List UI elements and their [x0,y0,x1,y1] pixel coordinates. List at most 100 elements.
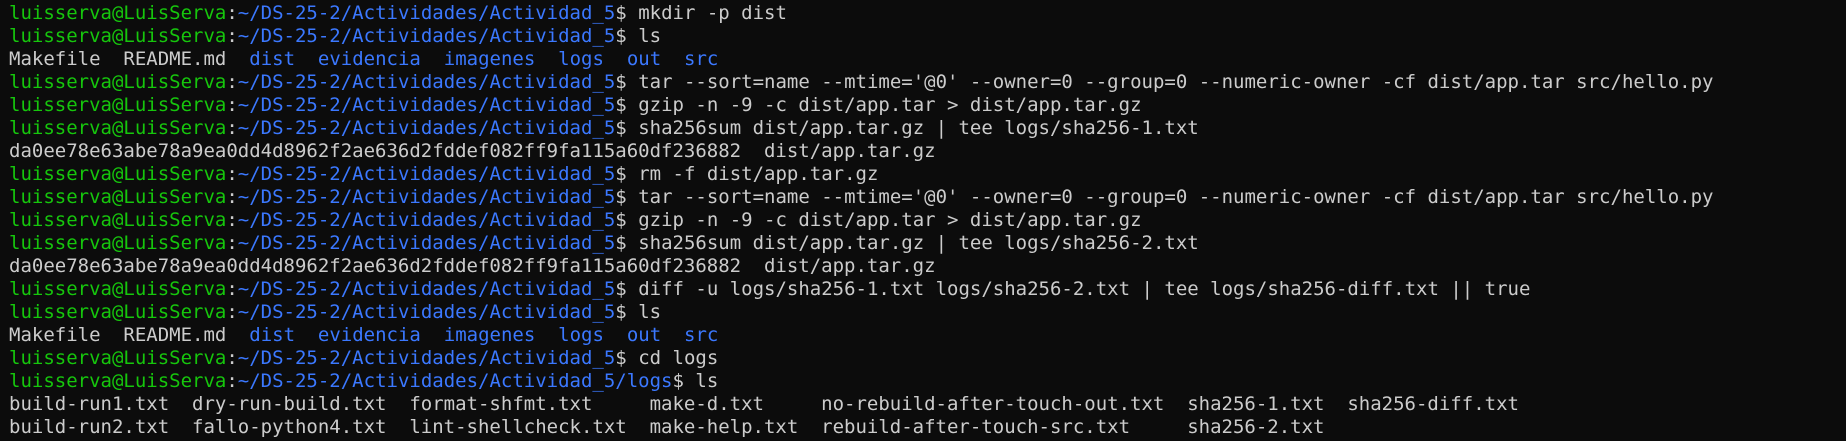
prompt-symbol: $ [615,347,639,369]
prompt-user: luisserva@LuisServa [9,209,227,231]
listing-gap [604,324,627,346]
directory-entry: evidencia [317,48,421,70]
listing-gap [101,48,124,70]
prompt-separator: : [226,71,238,93]
command-text: mkdir -p dist [638,2,787,24]
prompt-line: luisserva@LuisServa:~/DS-25-2/Actividade… [9,209,1846,232]
prompt-separator: : [226,232,238,254]
prompt-separator: : [226,94,238,116]
listing-gap [421,48,444,70]
prompt-path: ~/DS-25-2/Actividades/Actividad_5 [237,347,616,369]
prompt-line: luisserva@LuisServa:~/DS-25-2/Actividade… [9,347,1846,370]
prompt-user: luisserva@LuisServa [9,301,227,323]
prompt-symbol: $ [615,232,639,254]
listing-gap [535,324,558,346]
file-entry: README.md [123,324,227,346]
prompt-user: luisserva@LuisServa [9,278,227,300]
prompt-separator: : [226,186,238,208]
prompt-separator: : [226,163,238,185]
prompt-user: luisserva@LuisServa [9,347,227,369]
listing-gap [661,48,684,70]
prompt-line: luisserva@LuisServa:~/DS-25-2/Actividade… [9,2,1846,25]
prompt-path: ~/DS-25-2/Actividades/Actividad_5 [237,94,616,116]
prompt-symbol: $ [615,163,639,185]
directory-entry: src [684,324,719,346]
output-text: build-run1.txt dry-run-build.txt format-… [9,393,1519,415]
prompt-symbol: $ [615,186,639,208]
output-text: build-run2.txt fallo-python4.txt lint-sh… [9,416,1325,438]
prompt-user: luisserva@LuisServa [9,2,227,24]
file-entry: Makefile [9,324,101,346]
directory-entry: imagenes [443,324,536,346]
prompt-path: ~/DS-25-2/Actividades/Actividad_5 [237,163,616,185]
output-line: da0ee78e63abe78a9ea0dd4d8962f2ae636d2fdd… [9,255,1846,278]
prompt-separator: : [226,278,238,300]
terminal-window[interactable]: luisserva@LuisServa:~/DS-25-2/Actividade… [0,0,1846,441]
listing-gap [295,324,318,346]
prompt-line: luisserva@LuisServa:~/DS-25-2/Actividade… [9,278,1846,301]
prompt-separator: : [226,209,238,231]
directory-entry: evidencia [317,324,421,346]
prompt-user: luisserva@LuisServa [9,25,227,47]
prompt-line: luisserva@LuisServa:~/DS-25-2/Actividade… [9,301,1846,324]
prompt-user: luisserva@LuisServa [9,186,227,208]
command-text: gzip -n -9 -c dist/app.tar > dist/app.ta… [638,94,1142,116]
prompt-symbol: $ [615,71,639,93]
directory-entry: dist [249,324,296,346]
command-text: sha256sum dist/app.tar.gz | tee logs/sha… [638,232,1199,254]
file-entry: Makefile [9,48,101,70]
prompt-symbol: $ [615,278,639,300]
listing-gap [661,324,684,346]
command-text: diff -u logs/sha256-1.txt logs/sha256-2.… [638,278,1531,300]
prompt-line: luisserva@LuisServa:~/DS-25-2/Actividade… [9,232,1846,255]
listing-gap [226,48,249,70]
command-text: cd logs [638,347,719,369]
listing-gap [604,48,627,70]
ls-output-line: Makefile README.md dist evidencia imagen… [9,324,1846,347]
prompt-separator: : [226,347,238,369]
prompt-path: ~/DS-25-2/Actividades/Actividad_5 [237,117,616,139]
command-text: gzip -n -9 -c dist/app.tar > dist/app.ta… [638,209,1142,231]
command-text: rm -f dist/app.tar.gz [638,163,879,185]
command-text: tar --sort=name --mtime='@0' --owner=0 -… [638,71,1714,93]
prompt-path: ~/DS-25-2/Actividades/Actividad_5 [237,186,616,208]
prompt-user: luisserva@LuisServa [9,117,227,139]
prompt-user: luisserva@LuisServa [9,232,227,254]
prompt-user: luisserva@LuisServa [9,71,227,93]
prompt-path: ~/DS-25-2/Actividades/Actividad_5 [237,278,616,300]
listing-gap [535,48,558,70]
directory-entry: out [626,48,662,70]
prompt-symbol: $ [672,370,696,392]
output-line: build-run1.txt dry-run-build.txt format-… [9,393,1846,416]
directory-entry: logs [558,324,604,346]
prompt-separator: : [226,301,238,323]
prompt-symbol: $ [615,117,639,139]
prompt-path: ~/DS-25-2/Actividades/Actividad_5 [237,209,616,231]
prompt-line: luisserva@LuisServa:~/DS-25-2/Actividade… [9,94,1846,117]
prompt-line: luisserva@LuisServa:~/DS-25-2/Actividade… [9,186,1846,209]
listing-gap [421,324,444,346]
output-text: da0ee78e63abe78a9ea0dd4d8962f2ae636d2fdd… [9,255,936,277]
prompt-line: luisserva@LuisServa:~/DS-25-2/Actividade… [9,117,1846,140]
prompt-line: luisserva@LuisServa:~/DS-25-2/Actividade… [9,163,1846,186]
ls-output-line: Makefile README.md dist evidencia imagen… [9,48,1846,71]
prompt-path: ~/DS-25-2/Actividades/Actividad_5 [237,232,616,254]
listing-gap [101,324,124,346]
prompt-user: luisserva@LuisServa [9,163,227,185]
prompt-path: ~/DS-25-2/Actividades/Actividad_5 [237,2,616,24]
directory-entry: src [684,48,719,70]
prompt-line: luisserva@LuisServa:~/DS-25-2/Actividade… [9,71,1846,94]
listing-gap [226,324,249,346]
prompt-user: luisserva@LuisServa [9,370,227,392]
prompt-separator: : [226,370,238,392]
prompt-line: luisserva@LuisServa:~/DS-25-2/Actividade… [9,370,1846,393]
command-text: ls [638,301,662,323]
prompt-line: luisserva@LuisServa:~/DS-25-2/Actividade… [9,25,1846,48]
prompt-symbol: $ [615,301,639,323]
command-text: sha256sum dist/app.tar.gz | tee logs/sha… [638,117,1199,139]
prompt-path: ~/DS-25-2/Actividades/Actividad_5/logs [237,370,673,392]
prompt-path: ~/DS-25-2/Actividades/Actividad_5 [237,25,616,47]
directory-entry: logs [558,48,604,70]
prompt-separator: : [226,25,238,47]
prompt-symbol: $ [615,2,639,24]
